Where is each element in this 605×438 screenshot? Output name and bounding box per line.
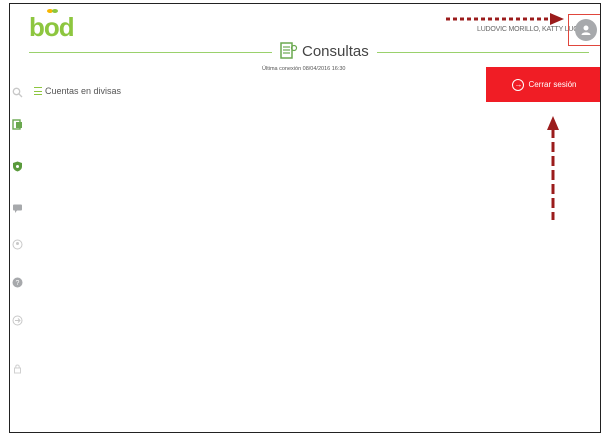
menu-item-cuentas-divisas[interactable]: Cuentas en divisas: [34, 86, 121, 96]
logout-icon: [12, 315, 23, 326]
document-icon: [12, 119, 22, 130]
avatar[interactable]: [575, 19, 597, 41]
logo-leaf-icon: [47, 9, 58, 13]
last-connection-text: Última conexión 08/04/2016 16:30: [262, 66, 346, 72]
avatar-highlight[interactable]: [568, 14, 600, 46]
contact-icon: [12, 239, 23, 250]
list-icon: [34, 87, 42, 95]
logout-label: Cerrar sesión: [528, 80, 577, 89]
sidebar-item-exit[interactable]: [12, 315, 23, 326]
sidebar-item-search[interactable]: [12, 87, 23, 98]
consultas-icon: [280, 42, 298, 59]
sidebar-item-messages[interactable]: [12, 203, 23, 214]
sidebar-item-documents[interactable]: [12, 119, 23, 130]
sidebar-item-security[interactable]: [12, 161, 23, 172]
bod-logo: bod: [29, 12, 75, 42]
svg-text:?: ?: [16, 280, 20, 287]
logout-arrow-icon: →: [512, 78, 525, 91]
page-title-text: Consultas: [302, 42, 369, 60]
sidebar-item-help[interactable]: ?: [12, 277, 23, 288]
lock-icon: [14, 364, 21, 374]
logout-button[interactable]: → Cerrar sesión: [486, 67, 600, 102]
sidebar-item-contact[interactable]: [12, 239, 23, 250]
app-frame: bod Consultas Última conexión 08/04/2016…: [9, 3, 601, 433]
sidebar: ?: [10, 79, 24, 379]
page-title: Consultas: [272, 42, 377, 60]
help-icon: ?: [12, 277, 23, 288]
annotation-arrow-up: [547, 116, 559, 220]
search-icon: [12, 87, 23, 98]
chat-icon: [13, 204, 22, 213]
menu-item-label: Cuentas en divisas: [45, 86, 122, 96]
annotation-arrow-right: [446, 13, 564, 25]
shield-icon: [13, 161, 22, 172]
sidebar-item-lock[interactable]: [12, 363, 23, 374]
user-icon: [581, 25, 591, 35]
